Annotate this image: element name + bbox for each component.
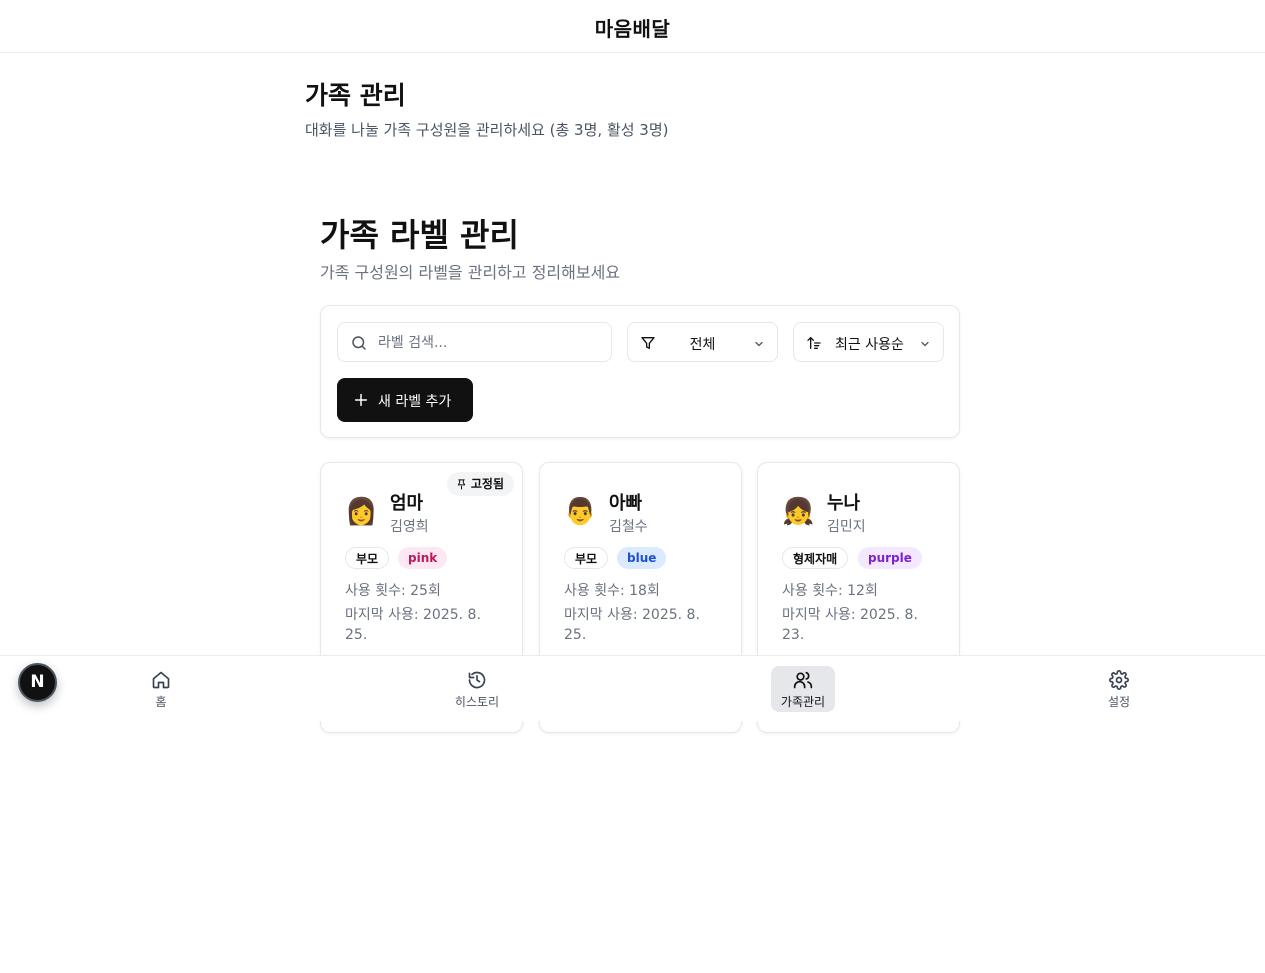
search-icon — [352, 336, 366, 350]
users-icon — [793, 671, 813, 689]
usage-count: 사용 횟수: 25회 — [345, 583, 441, 599]
usage-count: 사용 횟수: 12회 — [782, 583, 878, 599]
nav-item-family[interactable]: 가족관리 — [771, 666, 835, 712]
person-name: 김철수 — [609, 519, 648, 535]
last-used: 마지막 사용: 2025. 8. 25. — [345, 607, 481, 643]
filter-select[interactable]: 전체 — [627, 322, 778, 362]
last-used: 마지막 사용: 2025. 8. 25. — [564, 607, 700, 643]
color-tag: purple — [858, 547, 922, 569]
avatar-emoji: 👨 — [564, 497, 597, 527]
nav-item-home[interactable]: 홈 — [129, 666, 193, 712]
plus-icon — [354, 393, 368, 407]
sort-value: 최근 사용순 — [835, 337, 904, 353]
search-box[interactable] — [337, 322, 612, 362]
last-used: 마지막 사용: 2025. 8. 23. — [782, 607, 918, 643]
label-name: 아빠 — [609, 493, 643, 514]
label-toolbar: 전체 최근 사용순 새 라벨 추가 — [320, 305, 960, 438]
chevron-down-icon — [921, 341, 929, 347]
pinned-label: 고정됨 — [470, 477, 504, 491]
dev-tools-badge[interactable]: N — [18, 663, 57, 702]
nav-label: 히스토리 — [454, 695, 500, 709]
nav-label: 가족관리 — [780, 695, 826, 709]
person-name: 김민지 — [827, 519, 866, 535]
add-label-text: 새 라벨 추가 — [378, 394, 452, 410]
history-icon — [468, 671, 486, 689]
sort-select[interactable]: 최근 사용순 — [793, 322, 944, 362]
usage-count: 사용 횟수: 18회 — [564, 583, 660, 599]
gear-icon — [1109, 670, 1129, 690]
nav-label: 설정 — [1107, 695, 1131, 709]
pin-icon — [457, 479, 466, 490]
color-tag: pink — [398, 547, 448, 569]
page-title: 가족 관리 — [305, 81, 406, 110]
avatar-emoji: 👩 — [345, 497, 378, 527]
pinned-badge: 고정됨 — [446, 472, 514, 496]
app-title: 마음배달 — [594, 17, 671, 41]
person-name: 김영희 — [390, 519, 429, 535]
label-name: 엄마 — [390, 493, 424, 514]
section-subtitle: 가족 구성원의 라벨을 관리하고 정리해보세요 — [320, 263, 621, 282]
bottom-nav: 홈 히스토리 가족관리 설정 — [0, 655, 1265, 721]
top-bar: 마음배달 — [0, 0, 1265, 53]
category-tag: 부모 — [564, 547, 609, 569]
category-tag: 형제자매 — [782, 547, 849, 569]
home-icon — [152, 671, 170, 689]
label-name: 누나 — [827, 493, 861, 514]
section-title: 가족 라벨 관리 — [320, 216, 519, 254]
nav-item-history[interactable]: 히스토리 — [445, 666, 509, 712]
page-subtitle: 대화를 나눌 가족 구성원을 관리하세요 (총 3명, 활성 3명) — [305, 121, 669, 139]
chevron-down-icon — [755, 341, 763, 347]
avatar-emoji: 👧 — [782, 497, 815, 527]
sort-icon — [807, 337, 821, 349]
nav-item-settings[interactable]: 설정 — [1087, 666, 1151, 712]
add-label-button[interactable]: 새 라벨 추가 — [337, 378, 473, 422]
category-tag: 부모 — [345, 547, 390, 569]
search-input[interactable] — [378, 331, 603, 355]
nav-label: 홈 — [155, 695, 167, 709]
color-tag: blue — [617, 547, 667, 569]
